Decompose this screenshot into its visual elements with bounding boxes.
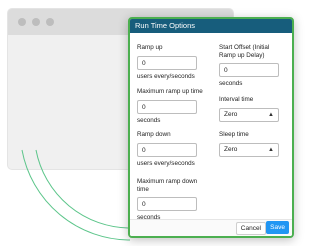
ramp-down-input[interactable]: 0 bbox=[137, 142, 197, 157]
ramp-down-label: Ramp down bbox=[137, 131, 171, 138]
sleep-time-field: Sleep time Zero ▲ bbox=[219, 131, 279, 157]
caret-down-icon: ▲ bbox=[268, 146, 274, 153]
max-ramp-down-time-label: Maximum ramp down time bbox=[137, 178, 198, 193]
sleep-time-select[interactable]: Zero ▲ bbox=[219, 142, 279, 157]
caret-down-icon: ▲ bbox=[268, 111, 274, 118]
max-ramp-down-time-field: Maximum ramp down time 0 seconds bbox=[137, 178, 205, 221]
start-offset-input[interactable]: 0 bbox=[219, 63, 279, 77]
dialog-footer: Cancel Save bbox=[130, 219, 292, 236]
interval-time-value: Zero bbox=[224, 110, 238, 118]
max-ramp-up-time-input[interactable]: 0 bbox=[137, 99, 197, 114]
ramp-up-label: Ramp up bbox=[137, 44, 163, 51]
sleep-time-label: Sleep time bbox=[219, 131, 249, 138]
ramp-up-unit: users every/seconds bbox=[137, 72, 195, 80]
save-button[interactable]: Save bbox=[266, 221, 289, 234]
ramp-up-field: Ramp up 0 users every/seconds bbox=[137, 44, 197, 80]
interval-time-select[interactable]: Zero ▲ bbox=[219, 107, 279, 122]
run-time-options-dialog: Run Time Options Ramp up 0 users every/s… bbox=[128, 17, 294, 238]
cancel-button[interactable]: Cancel bbox=[235, 222, 266, 235]
start-offset-unit: seconds bbox=[219, 80, 243, 87]
dialog-title: Run Time Options bbox=[130, 19, 292, 33]
max-ramp-up-time-label: Maximum ramp up time bbox=[137, 88, 203, 95]
interval-time-label: Interval time bbox=[219, 96, 254, 103]
ramp-down-field: Ramp down 0 users every/seconds bbox=[137, 131, 197, 167]
max-ramp-down-time-input[interactable]: 0 bbox=[137, 197, 197, 211]
interval-time-field: Interval time Zero ▲ bbox=[219, 96, 279, 122]
max-ramp-up-time-unit: seconds bbox=[137, 116, 161, 124]
start-offset-field: Start Offset (Initial Ramp up Delay) 0 s… bbox=[219, 44, 287, 87]
ramp-up-input[interactable]: 0 bbox=[137, 55, 197, 70]
max-ramp-up-time-field: Maximum ramp up time 0 seconds bbox=[137, 88, 203, 124]
start-offset-label: Start Offset (Initial Ramp up Delay) bbox=[219, 44, 270, 59]
ramp-down-unit: users every/seconds bbox=[137, 159, 195, 167]
sleep-time-value: Zero bbox=[224, 145, 238, 153]
